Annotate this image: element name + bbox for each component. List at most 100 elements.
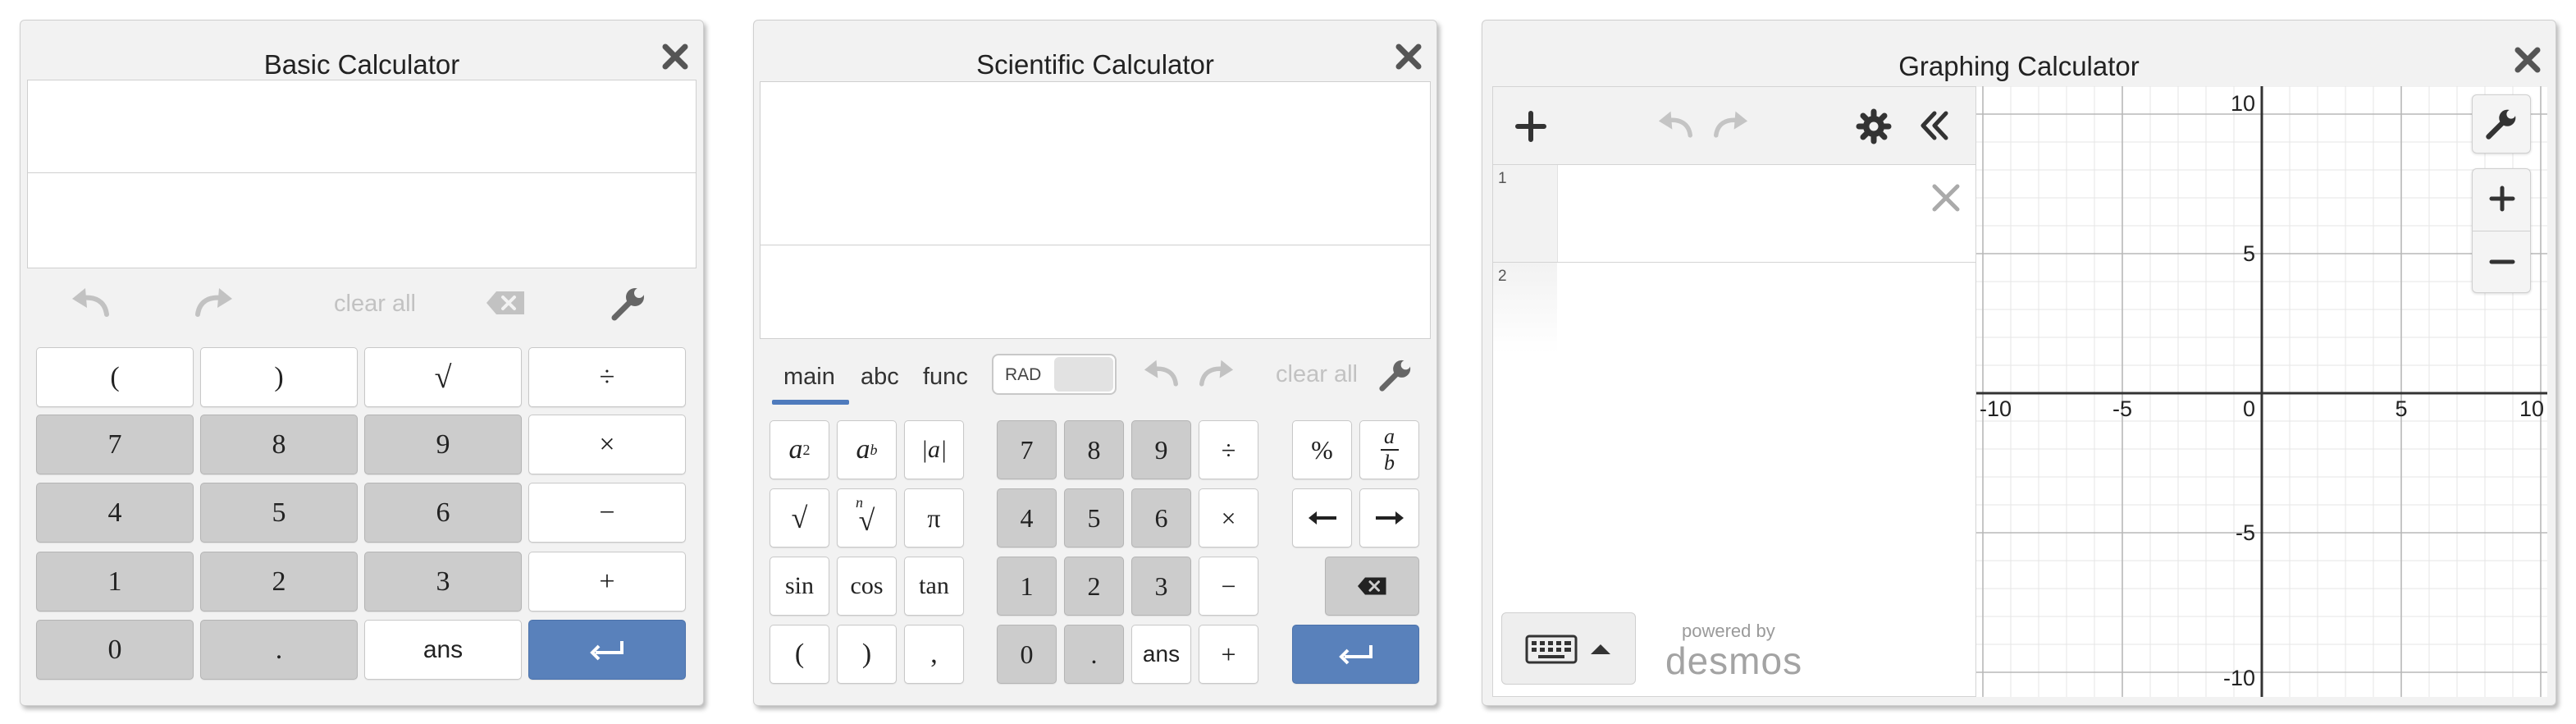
key-sqrt[interactable]: √ [770,488,829,548]
key-sqrt[interactable]: √ [364,347,522,407]
y-tick-label: -5 [2236,520,2255,545]
basic-calculator: Basic Calculator clear all ( ) √ ÷ 7 8 9… [20,20,704,706]
key-minus[interactable]: − [528,483,686,543]
enter-icon [1338,645,1372,665]
redo-icon[interactable] [1708,108,1754,143]
clear-all-button[interactable]: clear all [309,285,441,323]
close-icon[interactable] [659,40,692,73]
key-7[interactable]: 7 [997,420,1057,479]
key-plus[interactable]: + [1199,625,1258,684]
gear-icon[interactable] [1856,108,1892,144]
key-9[interactable]: 9 [364,415,522,474]
key-percent[interactable]: % [1292,420,1352,479]
wrench-icon[interactable] [610,285,647,323]
key-fraction[interactable]: a b [1359,420,1419,479]
key-cos[interactable]: cos [837,557,897,616]
undo-icon[interactable] [66,285,115,323]
enter-button[interactable] [1292,625,1419,684]
fraction-numerator: a [1384,424,1395,448]
add-item-icon[interactable] [1513,108,1549,144]
key-rparen[interactable]: ) [837,625,897,684]
scientific-display[interactable] [760,81,1431,339]
key-6[interactable]: 6 [364,483,522,543]
key-sin[interactable]: sin [770,557,829,616]
key-2[interactable]: 2 [200,552,358,612]
key-2[interactable]: 2 [1064,557,1124,616]
key-5[interactable]: 5 [1064,488,1124,548]
key-0[interactable]: 0 [36,620,194,680]
graph-paper[interactable]: -10 -5 0 5 10 10 5 -5 -10 [1976,86,2547,697]
key-multiply[interactable]: × [1199,488,1258,548]
x-tick-label: 5 [2395,396,2407,421]
key-3[interactable]: 3 [1131,557,1191,616]
backspace-icon[interactable] [485,286,528,319]
key-0[interactable]: 0 [997,625,1057,684]
keyboard-icon [1525,635,1578,664]
arrow-right-button[interactable] [1359,488,1419,548]
key-a-power-b[interactable]: ab [837,420,897,479]
expression-toolbar [1493,87,1975,165]
key-ans[interactable]: ans [1131,625,1191,684]
key-divide[interactable]: ÷ [528,347,686,407]
key-6[interactable]: 6 [1131,488,1191,548]
key-8[interactable]: 8 [200,415,358,474]
key-comma[interactable]: , [904,625,964,684]
key-7[interactable]: 7 [36,415,194,474]
row-index: 2 [1498,268,1507,285]
key-rparen[interactable]: ) [200,347,358,407]
collapse-list-icon[interactable] [1915,107,1953,144]
rad-deg-toggle[interactable]: RAD [992,354,1117,395]
key-plus[interactable]: + [528,552,686,612]
backspace-button[interactable] [1325,557,1419,616]
tab-func[interactable]: func [923,364,968,391]
key-a-squared[interactable]: a2 [770,420,829,479]
x-tick-label: -5 [2112,396,2132,421]
key-8[interactable]: 8 [1064,420,1124,479]
fraction-glyph: a b [1380,424,1399,474]
key-abs[interactable]: |a| [904,420,964,479]
key-dot[interactable]: . [1064,625,1124,684]
key-lparen[interactable]: ( [770,625,829,684]
wrench-icon[interactable] [1377,357,1414,393]
redo-icon[interactable] [190,285,239,323]
key-1[interactable]: 1 [997,557,1057,616]
key-3[interactable]: 3 [364,552,522,612]
tab-main[interactable]: main [783,364,835,391]
x-tick-label: 10 [2519,396,2544,421]
key-pi[interactable]: π [904,488,964,548]
close-icon[interactable] [1392,40,1425,73]
key-divide[interactable]: ÷ [1199,420,1258,479]
row-index: 1 [1498,170,1507,187]
enter-button[interactable] [528,620,686,680]
expression-list: 1 2 powered by desmos [1492,86,1976,697]
key-5[interactable]: 5 [200,483,358,543]
close-icon[interactable] [2511,44,2544,76]
graph-settings-button[interactable] [2472,94,2531,154]
key-9[interactable]: 9 [1131,420,1191,479]
zoom-in-icon[interactable] [2487,184,2517,213]
key-1[interactable]: 1 [36,552,194,612]
key-nth-root[interactable]: n √ [837,488,897,548]
keypad-toggle-button[interactable] [1501,612,1636,685]
expression-row[interactable]: 2 [1493,263,1975,353]
delete-row-icon[interactable] [1930,181,1962,214]
key-lparen[interactable]: ( [36,347,194,407]
a-squared-base: a [788,434,803,465]
key-ans[interactable]: ans [364,620,522,680]
key-multiply[interactable]: × [528,415,686,474]
arrow-left-button[interactable] [1292,488,1352,548]
key-4[interactable]: 4 [997,488,1057,548]
key-dot[interactable]: . [200,620,358,680]
key-minus[interactable]: − [1199,557,1258,616]
redo-icon[interactable] [1194,357,1240,392]
clear-all-button[interactable]: clear all [1256,357,1377,392]
key-tan[interactable]: tan [904,557,964,616]
expression-row[interactable]: 1 [1493,165,1975,263]
basic-display[interactable] [27,80,697,268]
undo-icon[interactable] [1138,357,1184,392]
undo-icon[interactable] [1652,108,1698,143]
tab-abc[interactable]: abc [861,364,899,391]
arrow-right-icon [1375,511,1404,525]
zoom-out-icon[interactable] [2487,247,2517,277]
key-4[interactable]: 4 [36,483,194,543]
